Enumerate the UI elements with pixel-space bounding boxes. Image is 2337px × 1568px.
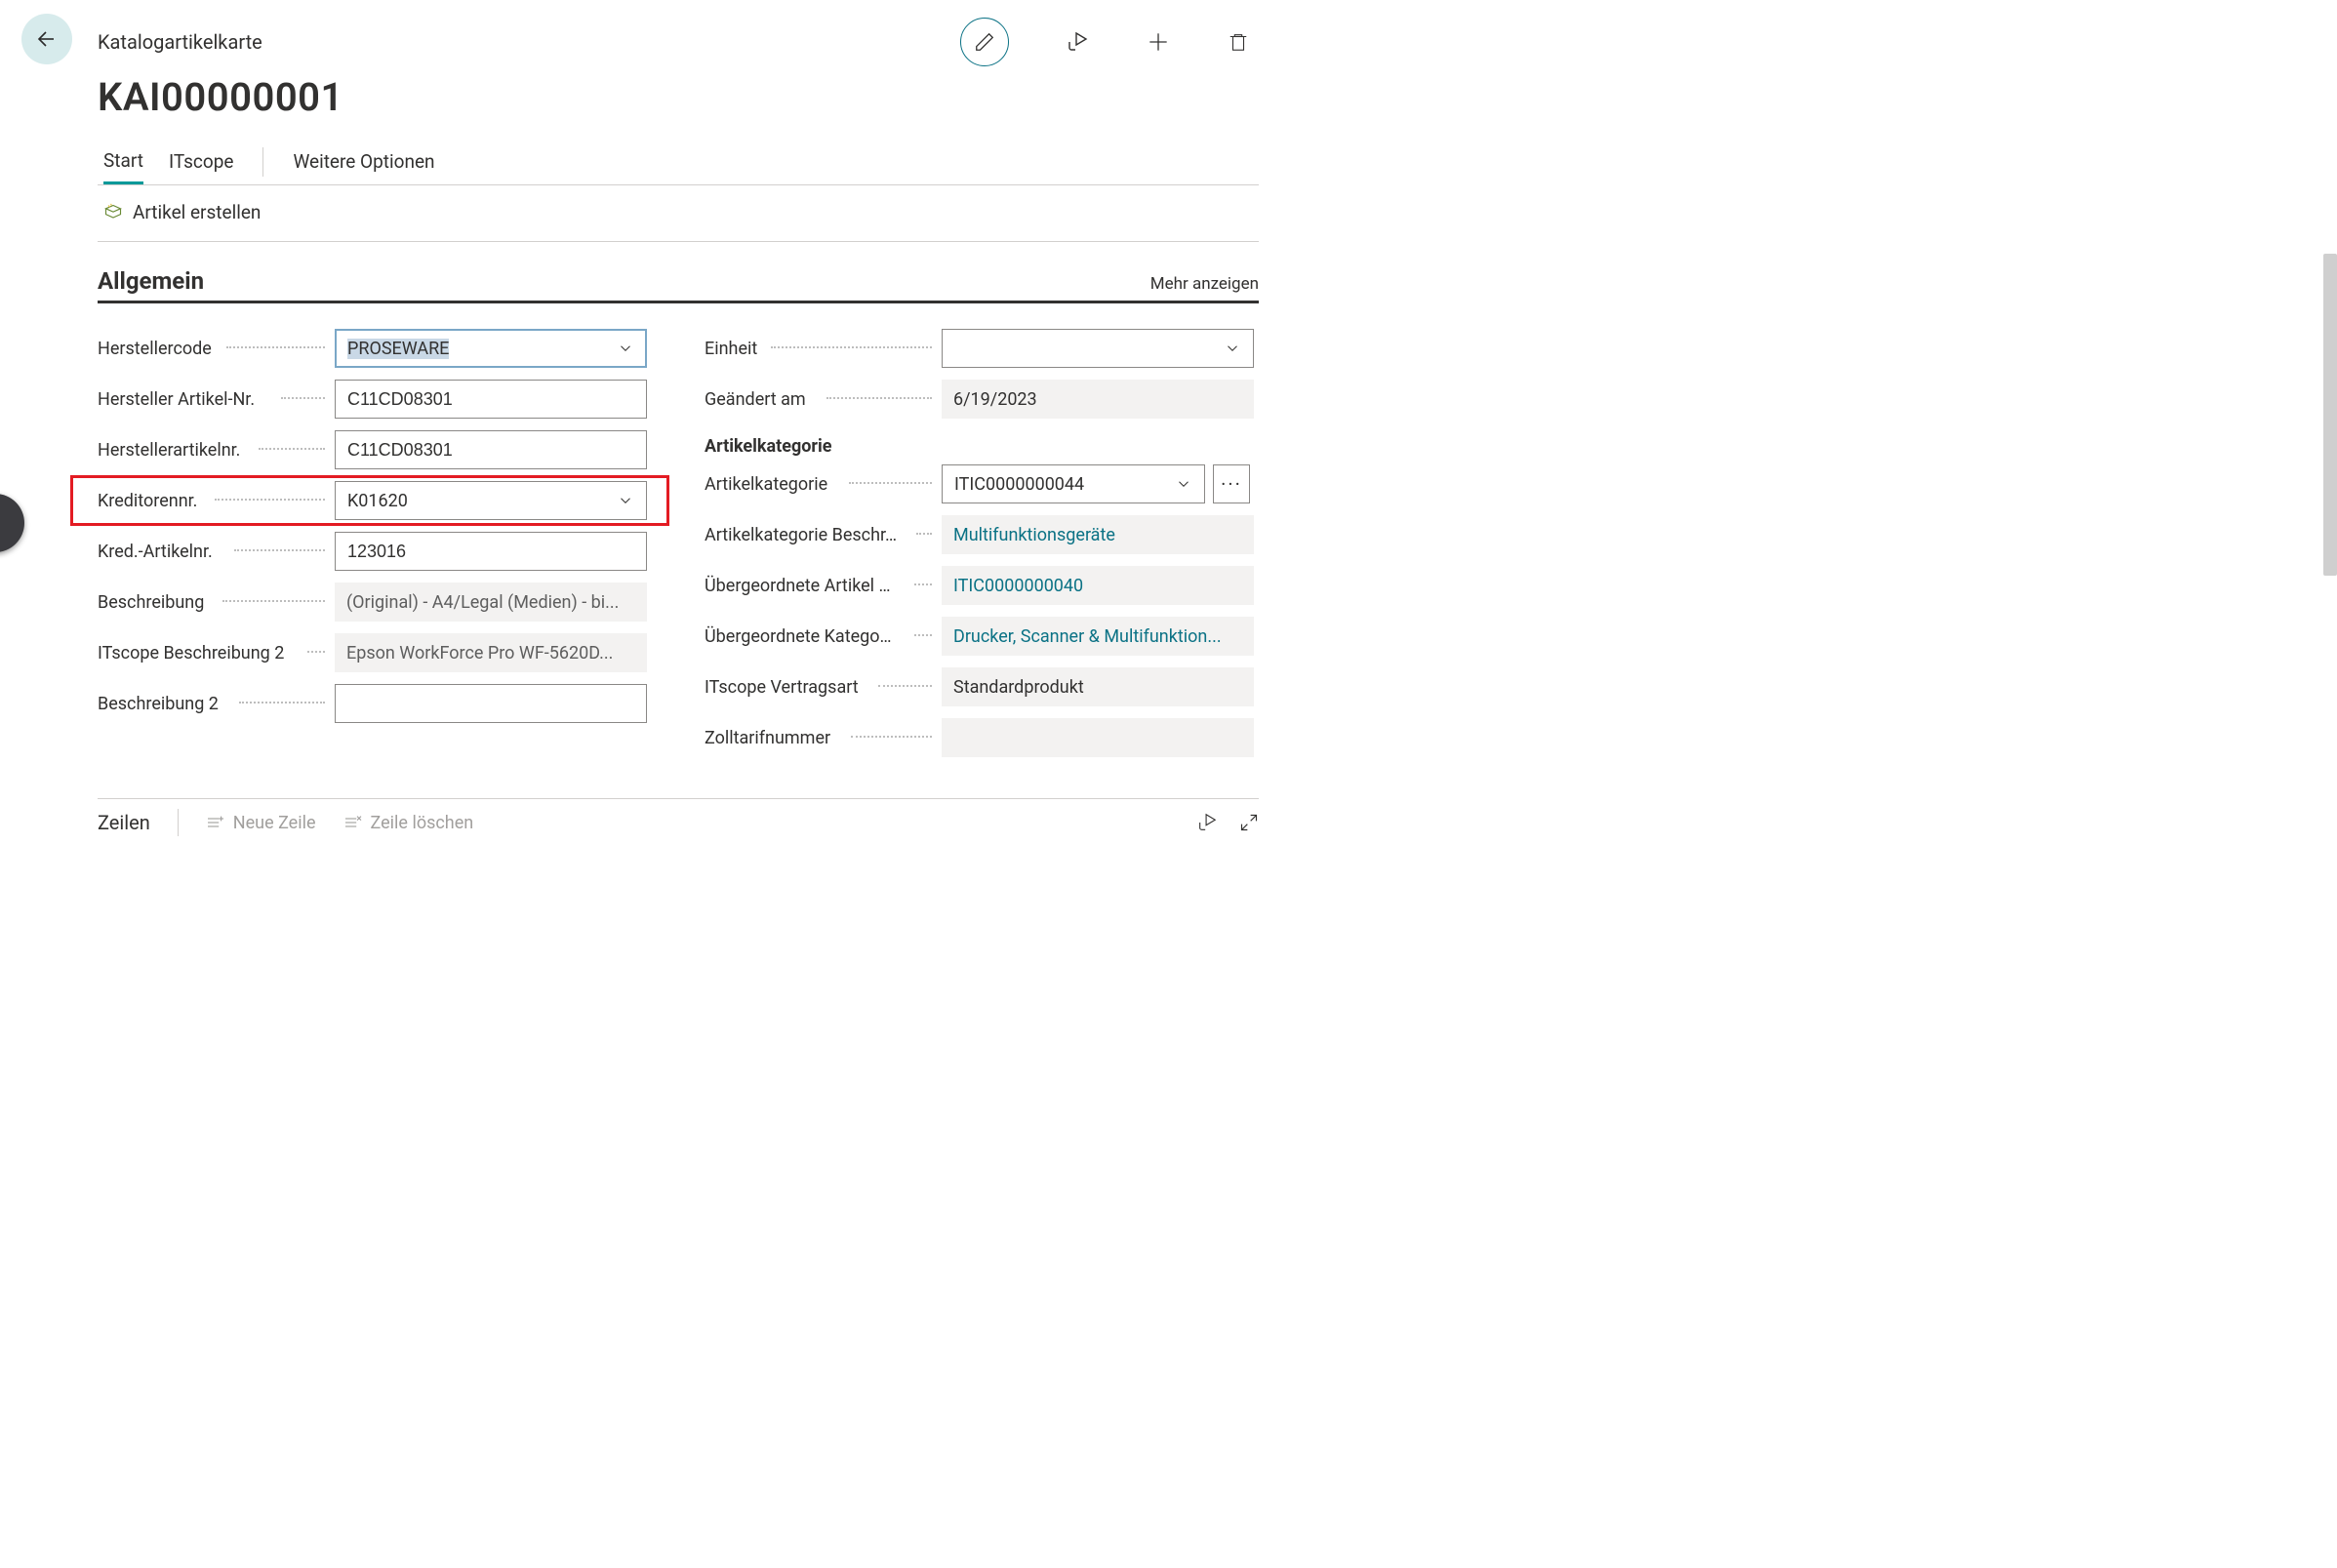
label-hersteller-artikel-nr: Hersteller Artikel-Nr. <box>98 389 335 410</box>
label-beschreibung2: Beschreibung 2 <box>98 694 335 714</box>
label-kred-artikelnr: Kred.-Artikelnr. <box>98 542 335 562</box>
label-einheit: Einheit <box>705 339 942 359</box>
create-item-action[interactable]: Artikel erstellen <box>103 201 261 223</box>
field-herstellerartikelnr[interactable] <box>335 430 647 469</box>
label-kreditorennr: Kreditorennr. <box>98 491 335 511</box>
new-line-action[interactable]: Neue Zeile <box>206 813 316 833</box>
tab-start[interactable]: Start <box>103 149 143 184</box>
delete-line-icon <box>343 815 363 830</box>
chevron-down-icon <box>1224 340 1241 357</box>
label-uebergeordnete-artikel: Übergeordnete Artikel … <box>705 576 942 596</box>
new-line-icon <box>206 815 225 830</box>
subheading-artikelkategorie: Artikelkategorie <box>705 424 1259 459</box>
lines-maximize-button[interactable] <box>1239 813 1259 832</box>
label-geaendert-am: Geändert am <box>705 389 942 410</box>
chevron-left-icon <box>0 513 5 533</box>
scrollbar[interactable] <box>2323 254 2337 576</box>
tab-itscope[interactable]: ITscope <box>169 150 234 182</box>
create-item-label: Artikel erstellen <box>133 201 261 223</box>
tab-more-options[interactable]: Weitere Optionen <box>293 150 434 182</box>
delete-line-action[interactable]: Zeile löschen <box>343 813 474 833</box>
tab-separator <box>262 147 263 177</box>
label-herstellerartikelnr: Herstellerartikelnr. <box>98 440 335 461</box>
tab-bar: Start ITscope Weitere Optionen <box>98 147 1259 185</box>
highlighted-row-kreditorennr: Kreditorennr. K01620 <box>70 475 669 526</box>
input-hersteller-artikel-nr[interactable] <box>347 389 634 410</box>
field-uebergeordnete-artikel[interactable]: ITIC0000000040 <box>942 566 1254 605</box>
chevron-down-icon <box>1175 475 1192 493</box>
artikelkategorie-lookup-button[interactable]: ··· <box>1213 464 1250 503</box>
delete-line-label: Zeile löschen <box>371 813 474 833</box>
field-artikelkategorie[interactable]: ITIC0000000044 <box>942 464 1205 503</box>
field-artikelkategorie-beschr[interactable]: Multifunktionsgeräte <box>942 515 1254 554</box>
lines-share-button[interactable] <box>1196 812 1218 833</box>
section-title-allgemein[interactable]: Allgemein <box>98 267 204 295</box>
field-einheit[interactable] <box>942 329 1254 368</box>
input-herstellerartikelnr[interactable] <box>347 440 634 461</box>
pencil-icon <box>974 31 995 53</box>
share-icon <box>1196 812 1218 833</box>
field-geaendert-am: 6/19/2023 <box>942 380 1254 419</box>
page-title: KAI00000001 <box>98 74 1288 120</box>
label-itscope-beschr2: ITscope Beschreibung 2 <box>98 643 335 663</box>
field-kred-artikelnr[interactable] <box>335 532 647 571</box>
back-button[interactable] <box>21 14 72 64</box>
label-zolltarifnummer: Zolltarifnummer <box>705 728 942 748</box>
field-zolltarifnummer <box>942 718 1254 757</box>
input-beschreibung2[interactable] <box>347 694 634 714</box>
new-line-label: Neue Zeile <box>233 813 316 833</box>
field-beschreibung2[interactable] <box>335 684 647 723</box>
plus-icon <box>1146 29 1171 55</box>
section-title-zeilen[interactable]: Zeilen <box>98 811 150 834</box>
field-itscope-vertragsart: Standardprodukt <box>942 667 1254 706</box>
arrow-left-icon <box>35 27 59 51</box>
field-itscope-beschr2: Epson WorkForce Pro WF-5620D... <box>335 633 647 672</box>
delete-button[interactable] <box>1228 30 1249 54</box>
field-beschreibung: (Original) - A4/Legal (Medien) - bi... <box>335 583 647 622</box>
share-icon <box>1066 30 1089 54</box>
chevron-down-icon <box>617 492 634 509</box>
label-beschreibung: Beschreibung <box>98 592 335 613</box>
share-button[interactable] <box>1066 30 1089 54</box>
edit-button[interactable] <box>960 18 1009 66</box>
field-herstellercode[interactable]: PROSEWARE <box>335 329 647 368</box>
input-kred-artikelnr[interactable] <box>347 542 634 562</box>
field-kreditorennr[interactable]: K01620 <box>335 481 647 520</box>
chevron-down-icon <box>617 340 634 357</box>
label-artikelkategorie: Artikelkategorie <box>705 474 942 495</box>
label-artikelkategorie-beschr: Artikelkategorie Beschr… <box>705 525 942 545</box>
show-more-link[interactable]: Mehr anzeigen <box>1150 274 1259 294</box>
create-item-icon <box>103 203 123 222</box>
trash-icon <box>1228 30 1249 54</box>
maximize-icon <box>1239 813 1259 832</box>
label-itscope-vertragsart: ITscope Vertragsart <box>705 677 942 698</box>
separator <box>178 809 179 836</box>
new-button[interactable] <box>1146 29 1171 55</box>
field-hersteller-artikel-nr[interactable] <box>335 380 647 419</box>
label-uebergeordnete-kategor: Übergeordnete Katego… <box>705 626 942 647</box>
label-herstellercode: Herstellercode <box>98 339 335 359</box>
field-uebergeordnete-kategor[interactable]: Drucker, Scanner & Multifunktion... <box>942 617 1254 656</box>
breadcrumb: Katalogartikelkarte <box>98 30 960 54</box>
